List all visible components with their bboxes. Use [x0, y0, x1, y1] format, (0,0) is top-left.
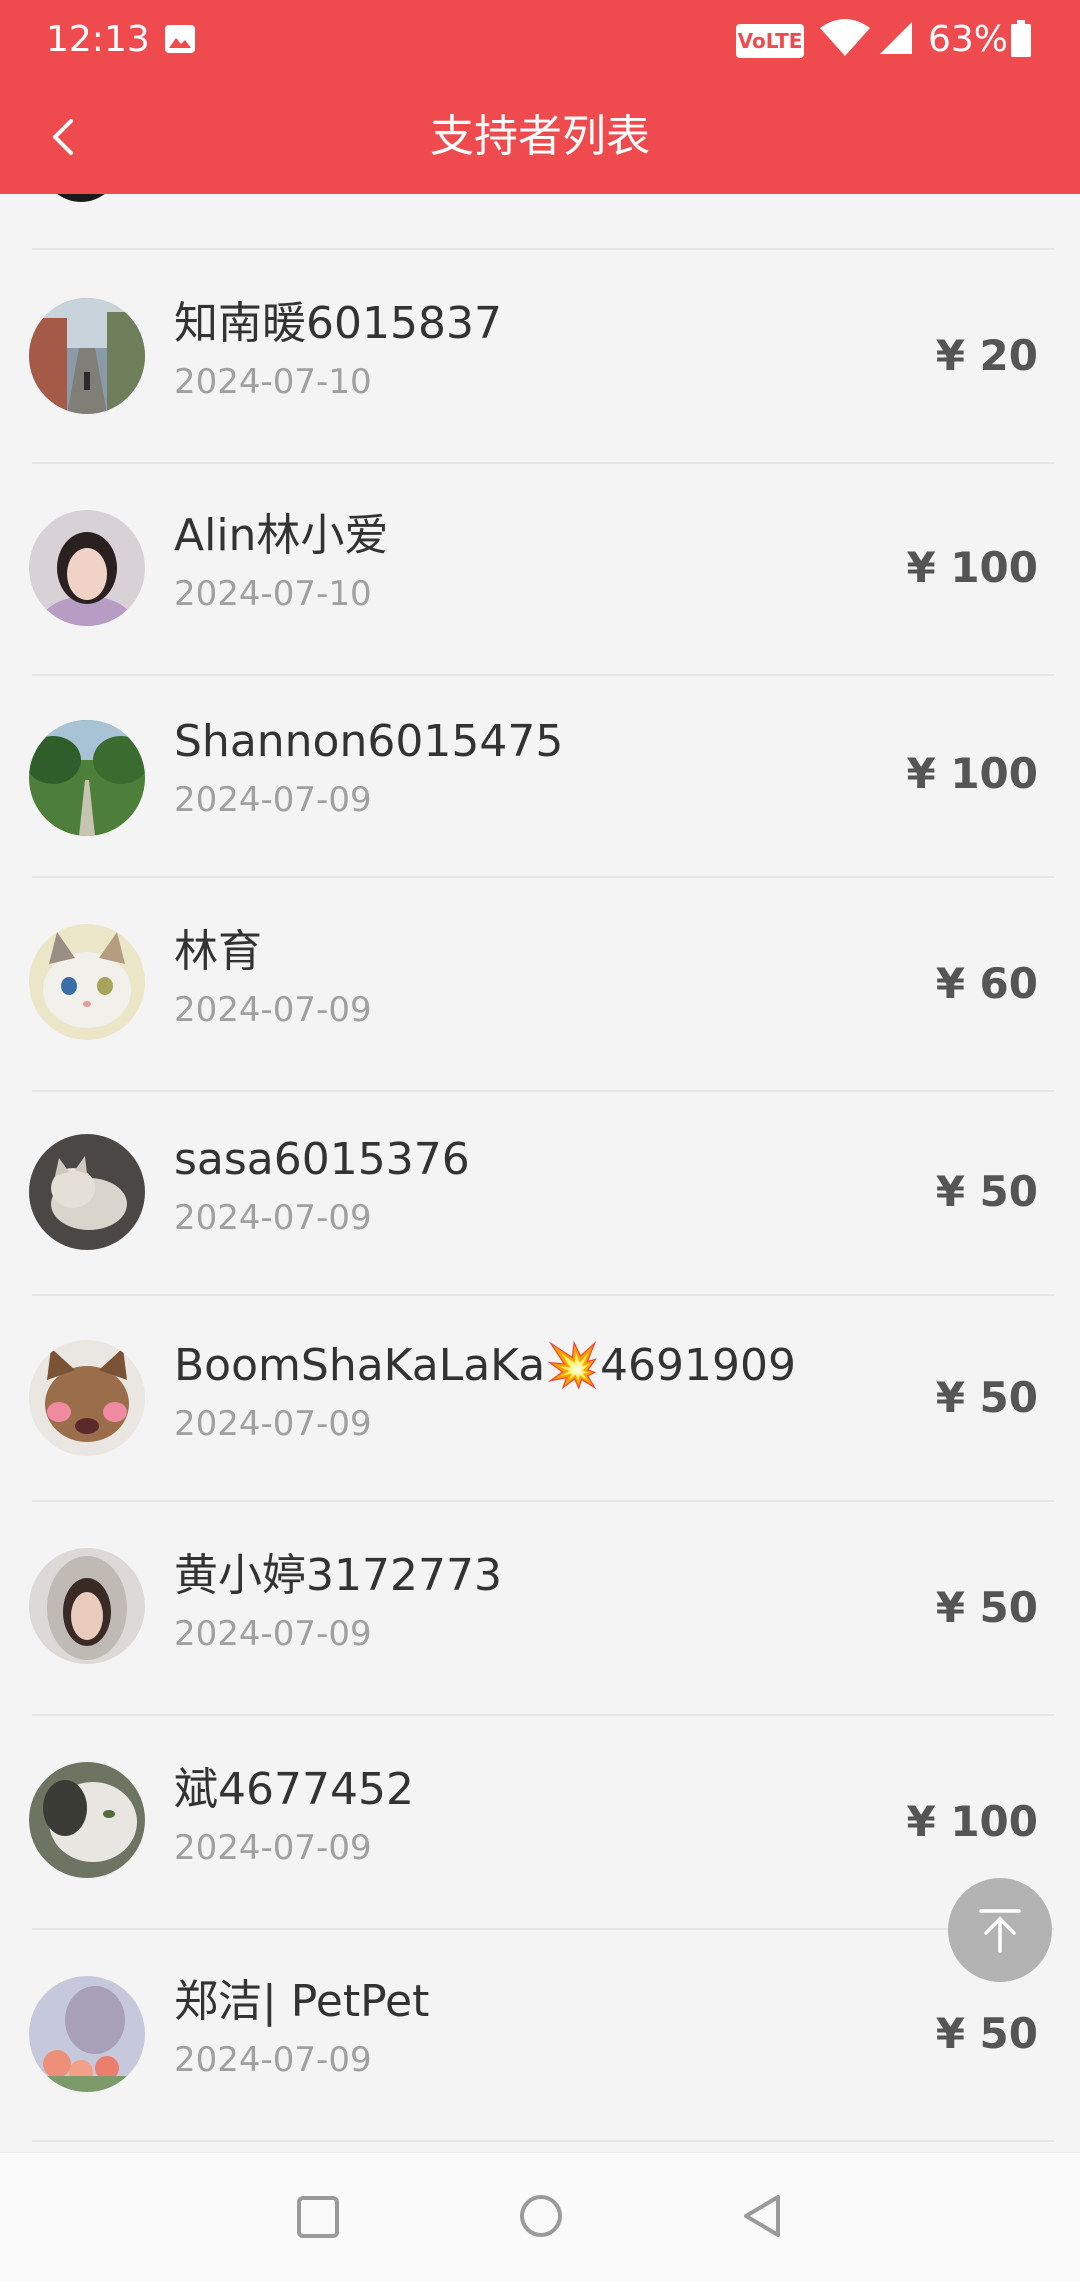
- list-item[interactable]: 知南暖6015837 2024-07-10 ¥ 20: [0, 250, 1080, 462]
- volte-badge: VoLTE: [736, 24, 804, 58]
- support-amount: ¥ 100: [906, 1797, 1038, 1846]
- supporter-name: Alin林小爱: [174, 510, 389, 561]
- scroll-to-top-button[interactable]: [948, 1878, 1052, 1982]
- recent-apps-button[interactable]: [296, 2195, 340, 2239]
- support-amount: ¥ 60: [935, 959, 1038, 1008]
- list-item[interactable]: 斌4677452 2024-07-09 ¥ 100: [0, 1716, 1080, 1928]
- supporter-name: BoomShaKaLaKa💥4691909: [174, 1340, 796, 1391]
- support-amount: ¥ 50: [935, 1373, 1038, 1422]
- list-item[interactable]: Shannon6015475 2024-07-09 ¥ 100: [0, 676, 1080, 876]
- avatar: [29, 1134, 145, 1250]
- divider: [32, 2140, 1054, 2142]
- support-amount: ¥ 100: [906, 543, 1038, 592]
- status-time: 12:13: [46, 19, 150, 60]
- avatar: [29, 720, 145, 836]
- avatar: [29, 1976, 145, 2092]
- battery-icon: [1010, 20, 1032, 58]
- support-amount: ¥ 50: [935, 2009, 1038, 2058]
- chevron-left-icon: [53, 119, 73, 155]
- list-item[interactable]: sasa6015376 2024-07-09 ¥ 50: [0, 1092, 1080, 1294]
- support-date: 2024-07-09: [174, 990, 372, 1030]
- avatar: [29, 298, 145, 414]
- supporter-name: Shannon6015475: [174, 716, 564, 767]
- triangle-left-icon: [744, 2195, 780, 2237]
- avatar: [29, 510, 145, 626]
- avatar: [42, 194, 120, 202]
- supporter-name: 黄小婷3172773: [174, 1550, 502, 1601]
- support-date: 2024-07-09: [174, 1614, 372, 1654]
- wifi-icon: [818, 18, 872, 58]
- avatar: [29, 1548, 145, 1664]
- avatar: [29, 1762, 145, 1878]
- system-nav-bar: [0, 2152, 1080, 2281]
- list-item[interactable]: 郑洁| PetPet 2024-07-09 ¥ 50: [0, 1930, 1080, 2140]
- page-title: 支持者列表: [430, 111, 650, 162]
- battery-percentage: 63%: [928, 19, 1009, 60]
- support-date: 2024-07-09: [174, 1404, 372, 1444]
- list-item[interactable]: 林育 2024-07-09 ¥ 60: [0, 878, 1080, 1090]
- square-icon: [297, 2196, 339, 2238]
- supporter-name: sasa6015376: [174, 1134, 470, 1185]
- gallery-icon: [164, 24, 196, 54]
- avatar: [29, 924, 145, 1040]
- supporter-name: 林育: [174, 926, 262, 977]
- nav-back-button[interactable]: [740, 2193, 786, 2239]
- support-date: 2024-07-10: [174, 574, 372, 614]
- back-button[interactable]: [26, 100, 100, 174]
- status-bar: 12:13 VoLTE 63%: [0, 0, 1080, 80]
- list-item[interactable]: Alin林小爱 2024-07-10 ¥ 100: [0, 464, 1080, 674]
- support-date: 2024-07-09: [174, 1828, 372, 1868]
- circle-icon: [520, 2195, 562, 2237]
- list-item[interactable]: 黄小婷3172773 2024-07-09 ¥ 50: [0, 1502, 1080, 1714]
- supporter-name: 郑洁| PetPet: [174, 1976, 430, 2027]
- support-date: 2024-07-10: [174, 362, 372, 402]
- supporter-list[interactable]: 知南暖6015837 2024-07-10 ¥ 20 Alin林小爱 2024-…: [0, 194, 1080, 2152]
- signal-icon: [878, 20, 914, 56]
- supporter-name: 知南暖6015837: [174, 298, 502, 349]
- support-amount: ¥ 20: [935, 331, 1038, 380]
- arrow-up-to-top-icon: [979, 1909, 1021, 1953]
- app-header: 支持者列表: [0, 80, 1080, 194]
- support-date: 2024-07-09: [174, 780, 372, 820]
- support-amount: ¥ 50: [935, 1583, 1038, 1632]
- support-amount: ¥ 50: [935, 1167, 1038, 1216]
- home-button[interactable]: [518, 2193, 564, 2239]
- support-date: 2024-07-09: [174, 2040, 372, 2080]
- list-item[interactable]: BoomShaKaLaKa💥4691909 2024-07-09 ¥ 50: [0, 1296, 1080, 1500]
- avatar: [29, 1340, 145, 1456]
- support-date: 2024-07-09: [174, 1198, 372, 1238]
- supporter-name: 斌4677452: [174, 1764, 414, 1815]
- support-amount: ¥ 100: [906, 749, 1038, 798]
